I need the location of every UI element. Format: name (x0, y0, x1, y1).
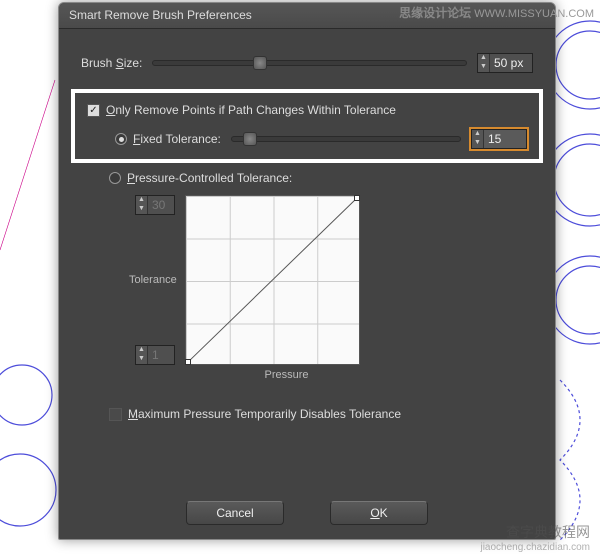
spinner-up-icon: ▲ (472, 130, 483, 139)
pressure-tolerance-label: Pressure-Controlled Tolerance: (127, 171, 292, 185)
only-remove-checkbox[interactable]: ✓ (87, 104, 100, 117)
brush-size-slider[interactable] (152, 60, 467, 66)
fixed-tolerance-slider[interactable] (231, 136, 461, 142)
spinner-up-icon: ▲ (136, 346, 147, 355)
watermark-bottom: 查字典教程网 jiaocheng.chazidian.com (480, 522, 590, 553)
fixed-tolerance-label: Fixed Tolerance: (133, 132, 221, 146)
fixed-tolerance-spinner[interactable]: ▲▼ 15 (471, 129, 527, 149)
pressure-tolerance-radio[interactable] (109, 172, 121, 184)
spinner-down-icon: ▼ (136, 355, 147, 364)
tolerance-curve-graph[interactable] (185, 195, 360, 365)
spinner-down-icon: ▼ (136, 205, 147, 214)
spinner-down-icon: ▼ (478, 63, 489, 72)
fixed-tolerance-radio[interactable] (115, 133, 127, 145)
brush-size-label: Brush Size: (81, 56, 142, 70)
preferences-dialog: Smart Remove Brush Preferences Brush Siz… (58, 2, 556, 540)
only-remove-label: Only Remove Points if Path Changes Withi… (106, 103, 396, 117)
spinner-up-icon: ▲ (478, 54, 489, 63)
y-axis-label: Tolerance (129, 274, 177, 286)
x-axis-label: Pressure (199, 369, 374, 381)
max-pressure-checkbox[interactable] (109, 408, 122, 421)
tolerance-max-spinner[interactable]: ▲▼ 30 (135, 195, 175, 215)
ok-button[interactable]: OK (330, 501, 428, 525)
max-pressure-label: Maximum Pressure Temporarily Disables To… (128, 407, 401, 421)
watermark-top: 思缘设计论坛 WWW.MISSYUAN.COM (399, 4, 594, 21)
tolerance-min-spinner[interactable]: ▲▼ 1 (135, 345, 175, 365)
brush-size-spinner[interactable]: ▲▼ 50 px (477, 53, 533, 73)
spinner-down-icon: ▼ (472, 139, 483, 148)
highlight-box: ✓ Only Remove Points if Path Changes Wit… (71, 89, 543, 163)
cancel-button[interactable]: Cancel (186, 501, 284, 525)
spinner-up-icon: ▲ (136, 196, 147, 205)
